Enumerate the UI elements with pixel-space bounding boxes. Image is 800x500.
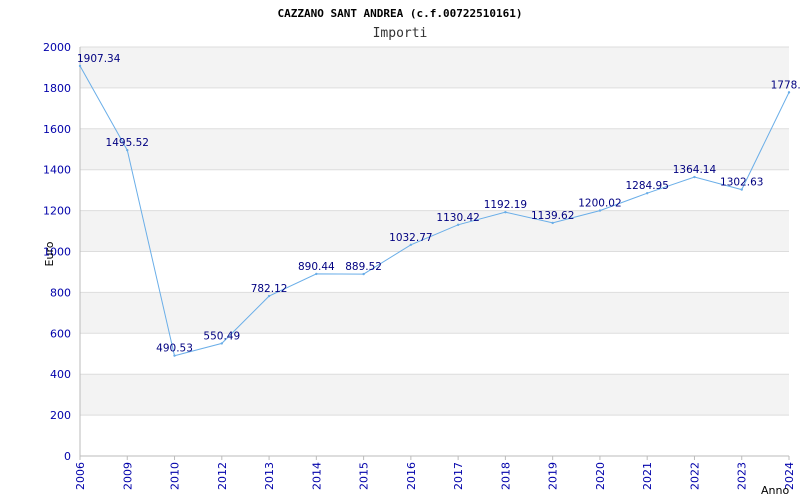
x-tick-label: 2021 [641, 462, 654, 490]
data-label: 782.12 [251, 283, 288, 295]
y-tick-label: 1400 [43, 164, 71, 177]
data-point [551, 221, 554, 225]
x-tick-label: 2017 [452, 462, 465, 490]
data-label: 550.49 [203, 330, 240, 342]
data-label: 1302.63 [720, 177, 763, 189]
data-point [267, 294, 271, 298]
data-point [598, 209, 602, 212]
data-label: 1032.77 [389, 232, 432, 244]
data-point [173, 354, 176, 357]
x-tick-label: 2009 [121, 462, 134, 490]
grid-band [80, 210, 789, 252]
chart-subtitle: Importi [373, 26, 428, 41]
y-tick-label: 600 [50, 327, 71, 340]
data-label: 1907.34 [77, 53, 121, 65]
x-tick-label: 2012 [216, 462, 229, 490]
data-point [504, 210, 507, 214]
x-tick-labels: 2006 2009 2010 2012 2013 2014 2015 2016 2017 2018… [74, 462, 796, 490]
data-point [456, 223, 460, 227]
y-tick-label: 1800 [43, 82, 71, 95]
y-tick-label: 400 [50, 368, 71, 381]
data-label: 1778.1 [771, 79, 800, 91]
x-tick-label: 2019 [547, 462, 560, 490]
x-tick-label: 2020 [594, 462, 607, 490]
y-tick-label: 1200 [43, 205, 71, 218]
data-point [126, 148, 129, 152]
data-point [693, 175, 696, 179]
data-point [646, 192, 649, 195]
chart-title: CAZZANO SANT ANDREA (c.f.00722510161) [277, 7, 522, 20]
data-label: 490.53 [156, 343, 193, 355]
data-point [315, 272, 318, 276]
grid-band [80, 47, 789, 88]
x-tick-label: 2022 [688, 462, 701, 490]
x-tick-label: 2016 [405, 462, 418, 490]
data-label: 890.44 [298, 261, 335, 273]
line-chart: 0200400600800100012001400160018002000 20… [43, 7, 800, 497]
data-label: 1139.62 [531, 210, 574, 222]
data-label: 1200.02 [578, 198, 621, 210]
data-point [78, 64, 82, 68]
data-point [740, 188, 743, 191]
data-label: 1284.95 [625, 180, 668, 192]
data-point [787, 91, 791, 94]
data-label: 1192.19 [484, 199, 527, 211]
y-tick-label: 2000 [43, 41, 71, 54]
y-axis-label: Euro [43, 241, 56, 266]
y-tick-label: 800 [50, 286, 71, 299]
y-tick-label: 0 [64, 450, 71, 463]
grid-band [80, 374, 789, 416]
x-axis-label: Anno [761, 484, 789, 497]
x-tick-label: 2015 [358, 462, 371, 490]
x-tick-label: 2018 [499, 462, 512, 490]
y-tick-label: 200 [50, 409, 71, 422]
data-label: 1364.14 [673, 164, 717, 176]
grid-band [80, 292, 789, 334]
y-tick-label: 1600 [43, 123, 71, 136]
x-tick-label: 2013 [263, 462, 276, 490]
x-tick-label: 2023 [736, 462, 749, 490]
x-tick-label: 2006 [74, 462, 87, 490]
data-point [409, 243, 413, 246]
x-tick-label: 2014 [310, 462, 323, 490]
data-point [220, 342, 223, 345]
x-tick-label: 2010 [169, 462, 182, 490]
data-label: 889.52 [345, 261, 382, 273]
data-label: 1495.52 [106, 137, 149, 149]
background-bands [80, 47, 789, 416]
data-point [362, 272, 365, 276]
data-label: 1130.42 [436, 212, 479, 224]
